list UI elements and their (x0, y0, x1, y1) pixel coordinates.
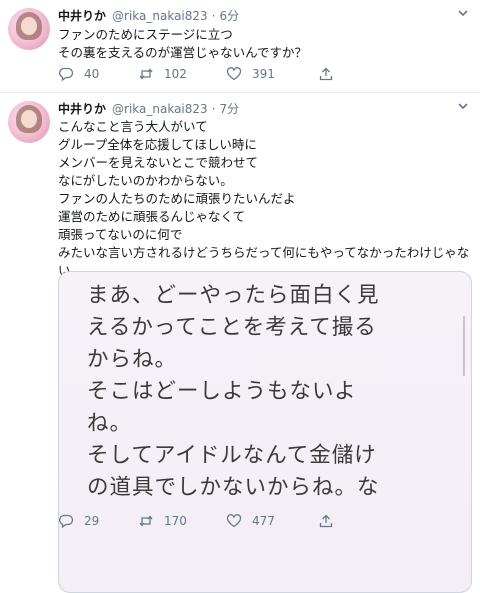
display-name[interactable]: 中井りか (58, 101, 106, 117)
speech-bubble-icon (59, 67, 74, 82)
text-line: なにがしたいのかわからない。 (58, 173, 233, 188)
image-text-line: そしてアイドルなんて金儲け (87, 443, 377, 468)
tweet-header: 中井りか @rika_nakai823 · 6分 (58, 8, 239, 24)
share-button[interactable] (318, 66, 344, 82)
image-text-line: えるかってことを考えて撮る (87, 315, 377, 340)
chevron-down-icon[interactable] (456, 6, 470, 20)
reply-button[interactable]: 40 (58, 66, 138, 82)
image-text-line: からね。 (87, 347, 178, 372)
retweet-count: 102 (164, 67, 187, 81)
like-button[interactable]: 477 (226, 513, 318, 529)
image-chat-text: まあ、どーやったら面白く見 えるかってことを考えて撮る からね。 そこはどーしよ… (87, 280, 447, 504)
tweet-1[interactable]: 中井りか @rika_nakai823 · 6分 ファンのためにステージに立つ … (0, 0, 480, 93)
text-line: ファンの人たちのために頑張りたいんだよ (58, 191, 296, 206)
text-line: ファンのためにステージに立つ (58, 27, 233, 42)
text-line: その裏を支えるのが運営じゃないんですか？ (58, 45, 308, 60)
display-name[interactable]: 中井りか (58, 8, 106, 24)
tweet-text: ファンのためにステージに立つ その裏を支えるのが運営じゃないんですか？ (58, 26, 472, 62)
like-count: 391 (252, 67, 275, 81)
avatar[interactable] (8, 101, 50, 143)
reply-count: 29 (84, 514, 100, 528)
user-handle[interactable]: @rika_nakai823 (112, 8, 208, 24)
heart-icon (226, 514, 242, 528)
attached-image[interactable]: まあ、どーやったら面白く見 えるかってことを考えて撮る からね。 そこはどーしよ… (58, 271, 472, 593)
image-scrollbar (463, 316, 465, 376)
retweet-arrows-icon (139, 515, 153, 527)
timestamp[interactable]: 6分 (220, 8, 240, 24)
reply-button[interactable]: 29 (58, 513, 138, 529)
image-text-line: そこはどーしようもないよ (87, 379, 357, 404)
text-line: 運営のために頑張るんじゃなくて (58, 209, 246, 224)
heart-icon (226, 67, 242, 81)
chevron-down-icon[interactable] (456, 99, 470, 113)
image-text-line: の道具でしかないからね。な (87, 475, 380, 500)
share-upload-icon (319, 514, 333, 528)
retweet-button[interactable]: 102 (138, 66, 226, 82)
reply-count: 40 (84, 67, 100, 81)
text-line: メンバーを見えないとこで競わせて (58, 155, 259, 170)
tweet-header: 中井りか @rika_nakai823 · 7分 (58, 101, 239, 117)
tweet-actions: 40 102 391 (58, 66, 344, 82)
share-button[interactable] (318, 513, 344, 529)
text-line: グループ全体を応援してほしい時に (58, 137, 257, 152)
speech-bubble-icon (59, 514, 74, 529)
tweet-2[interactable]: 中井りか @rika_nakai823 · 7分 こんなこと言う大人がいて グル… (0, 93, 480, 593)
separator: · (211, 9, 216, 23)
separator: · (211, 102, 216, 116)
avatar[interactable] (8, 8, 50, 50)
tweet-actions: 29 170 477 (58, 513, 344, 529)
retweet-count: 170 (164, 514, 187, 528)
share-upload-icon (319, 67, 333, 81)
like-count: 477 (252, 514, 275, 528)
text-line: こんなこと言う大人がいて (58, 119, 208, 134)
image-text-line: まあ、どーやったら面白く見 (87, 283, 380, 308)
tweet-text: こんなこと言う大人がいて グループ全体を応援してほしい時に メンバーを見えないと… (58, 118, 472, 280)
text-line: 頑張ってないのに何で (58, 227, 183, 242)
retweet-button[interactable]: 170 (138, 513, 226, 529)
like-button[interactable]: 391 (226, 66, 318, 82)
retweet-arrows-icon (139, 68, 153, 80)
image-text-line: ね。 (87, 411, 133, 436)
user-handle[interactable]: @rika_nakai823 (112, 101, 208, 117)
timestamp[interactable]: 7分 (220, 101, 240, 117)
